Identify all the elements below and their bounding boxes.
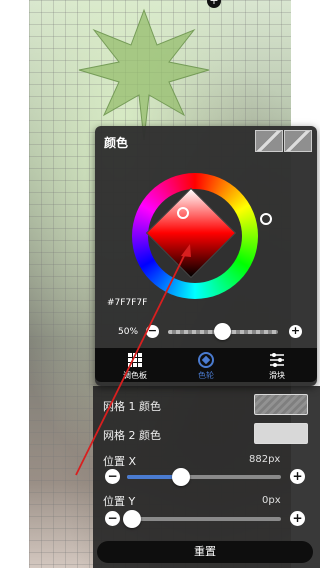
opacity-increase-button[interactable]: +	[289, 325, 302, 338]
opacity-decrease-button[interactable]: −	[146, 325, 159, 338]
grid2-color-label: 网格 2 颜色	[103, 429, 161, 442]
grid1-color-label: 网格 1 颜色	[103, 400, 161, 413]
position-x-label: 位置 X	[103, 455, 137, 468]
position-x-value: 882px	[249, 454, 281, 465]
position-y-slider-track[interactable]	[127, 517, 281, 521]
hue-selector-ring[interactable]	[260, 213, 272, 225]
position-x-increase-button[interactable]: +	[290, 469, 305, 484]
tab-palette-label: 调色板	[123, 371, 147, 380]
secondary-color-swatch[interactable]	[284, 130, 312, 152]
hex-value: #7F7F7F	[107, 298, 148, 308]
position-y-decrease-button[interactable]: −	[105, 511, 120, 526]
position-y-increase-button[interactable]: +	[290, 511, 305, 526]
palette-grid-icon	[128, 353, 142, 367]
position-y-value: 0px	[262, 495, 281, 506]
primary-color-swatch[interactable]	[255, 130, 283, 152]
position-y-label: 位置 Y	[103, 495, 136, 508]
grid2-color-swatch[interactable]	[254, 423, 308, 444]
sliders-icon	[270, 353, 284, 367]
popup-title: 颜色	[104, 136, 129, 150]
tab-palette[interactable]: 调色板	[105, 348, 165, 382]
grid1-color-swatch[interactable]	[254, 394, 308, 415]
reset-button[interactable]: 重置	[97, 541, 313, 563]
position-x-slider-knob[interactable]	[171, 468, 190, 486]
position-y-slider-knob[interactable]	[123, 510, 141, 528]
tab-sliders-label: 滑块	[269, 371, 285, 380]
tab-color-wheel[interactable]: 色轮	[176, 348, 236, 382]
color-selector-ring[interactable]	[177, 207, 189, 219]
color-mode-tabbar: 调色板 色轮 滑块	[95, 348, 317, 382]
opacity-percent: 50%	[118, 327, 139, 337]
position-x-decrease-button[interactable]: −	[105, 469, 120, 484]
color-picker-popup: 颜色 #7F7F7F 50% − + 调色板 色轮 滑块	[95, 126, 317, 386]
opacity-slider-knob[interactable]	[214, 323, 231, 340]
tab-sliders[interactable]: 滑块	[247, 348, 307, 382]
color-wheel-icon	[198, 352, 214, 368]
tab-color-wheel-label: 色轮	[198, 371, 214, 380]
